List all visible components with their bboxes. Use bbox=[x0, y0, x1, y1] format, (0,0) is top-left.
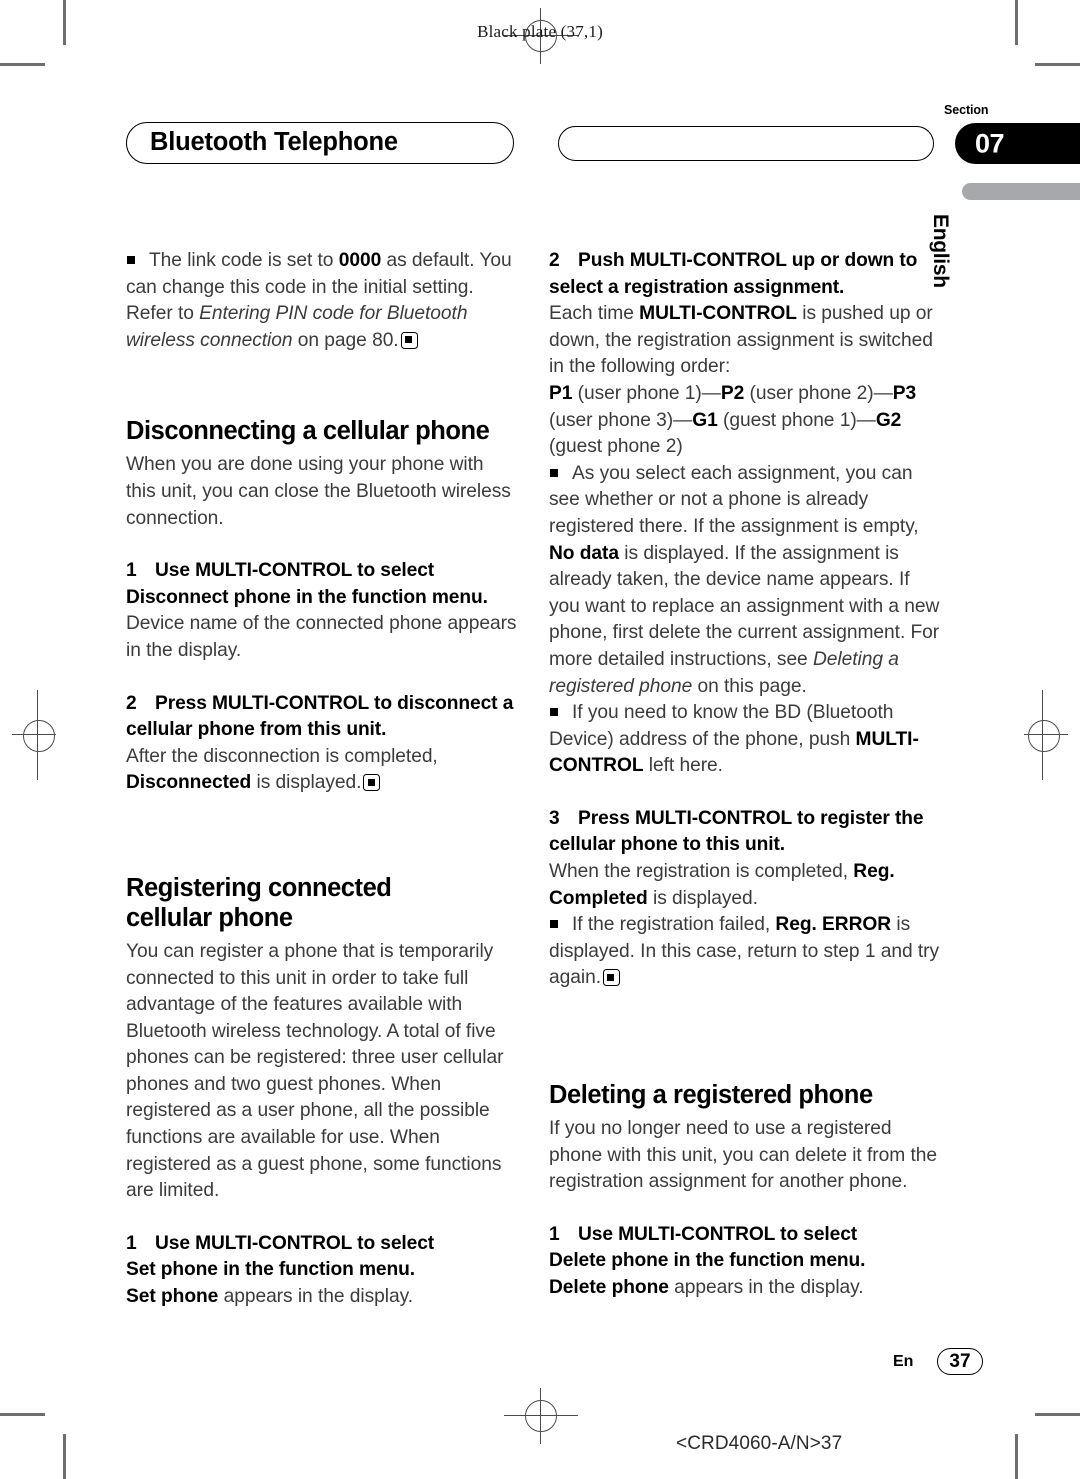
left-column: The link code is set to 0000 as default.… bbox=[126, 248, 517, 1311]
step-setphone-heading-line1: Use MULTI-CONTROL to select bbox=[155, 1232, 435, 1254]
language-bar bbox=[962, 183, 1080, 200]
step-disconnect-2-heading: 2 Press MULTI-CONTROL to disconnect a cel… bbox=[126, 691, 517, 744]
step-setphone-heading: 1 Use MULTI-CONTROL to select Set phone i… bbox=[126, 1231, 517, 1284]
note-assignment: As you select each assignment, you can s… bbox=[549, 461, 940, 700]
assignment-text-g1: (guest phone 1)— bbox=[717, 409, 876, 431]
assignment-text-g2: (guest phone 2) bbox=[549, 436, 683, 458]
note-bullet-icon bbox=[550, 920, 558, 929]
note-link-code: The link code is set to 0000 as default.… bbox=[126, 248, 517, 354]
step-deletephone-body-post: appears in the display. bbox=[668, 1277, 864, 1298]
heading-deleting: Deleting a registered phone bbox=[549, 1081, 873, 1110]
control-multi-control: MULTI-CONTROL bbox=[639, 303, 797, 325]
heading-registering-line2: cellular phone bbox=[126, 903, 293, 932]
step-disconnect-1-body: Device name of the connected phone appea… bbox=[126, 613, 517, 661]
assignment-text-p3: (user phone 3)— bbox=[549, 409, 693, 431]
end-of-note-icon bbox=[400, 331, 418, 349]
step-register-3-heading: 3 Press MULTI-CONTROL to register the cel… bbox=[549, 806, 940, 859]
heading-registering: Registering connected cellular phone bbox=[126, 873, 517, 933]
step-register-3-body-post: is displayed. bbox=[647, 887, 758, 909]
note-assignment-post: on this page. bbox=[692, 675, 807, 697]
assignment-code-g1: G1 bbox=[692, 409, 718, 431]
step-setphone-heading-line2: Set phone in the function menu. bbox=[126, 1259, 415, 1281]
print-slug: <CRD4060-A/N>37 bbox=[676, 1433, 843, 1454]
status-disconnected: Disconnected bbox=[126, 772, 252, 794]
chapter-title-pill: Bluetooth Telephone bbox=[126, 122, 514, 164]
note-bullet-icon bbox=[127, 256, 135, 264]
step-register-2-body-pre: Each time bbox=[549, 303, 640, 325]
step-disconnect-1-number: 1 bbox=[126, 560, 137, 582]
registration-assignment-order: P1 (user phone 1)—P2 (user phone 2)—P3 (… bbox=[549, 381, 940, 461]
step-disconnect-2-body: After the disconnection is completed, Di… bbox=[126, 744, 517, 797]
menu-item-delete-phone: Delete phone bbox=[549, 1277, 669, 1298]
right-column: 2 Push MULTI-CONTROL up or down to select… bbox=[549, 248, 940, 1302]
note-link-code-post: on page 80. bbox=[292, 329, 399, 351]
step-disconnect-2-body-pre: After the disconnection is completed, bbox=[126, 745, 438, 767]
note-registration-error: If the registration failed, Reg. ERROR i… bbox=[549, 912, 940, 992]
register-intro: You can register a phone that is tempora… bbox=[126, 940, 504, 1202]
step-register-3-heading-line1: Press MULTI-CONTROL to register the bbox=[578, 807, 924, 829]
status-reg-error: Reg. ERROR bbox=[775, 914, 892, 936]
step-register-3-number: 3 bbox=[549, 807, 560, 829]
assignment-text-p1: (user phone 1)— bbox=[572, 382, 721, 404]
step-deletephone-body: Delete phone appears in the display. bbox=[549, 1275, 940, 1302]
step-setphone-body: Set phone appears in the display. bbox=[126, 1284, 517, 1311]
assignment-text-p2: (user phone 2)— bbox=[744, 382, 893, 404]
step-deletephone-heading-line2: Delete phone in the function menu. bbox=[549, 1250, 866, 1272]
step-disconnect-2-heading-line2: cellular phone from this unit. bbox=[126, 719, 387, 741]
step-register-2-heading-line2: select a registration assignment. bbox=[549, 276, 845, 298]
menu-item-set-phone: Set phone bbox=[126, 1286, 219, 1308]
step-register-3-heading-line2: cellular phone to this unit. bbox=[549, 834, 785, 856]
step-disconnect-1-heading-line2: Disconnect phone in the function menu. bbox=[126, 586, 488, 608]
step-register-3-body: When the registration is completed, Reg.… bbox=[549, 859, 940, 912]
status-no-data: No data bbox=[549, 542, 620, 564]
section-number: 07 bbox=[975, 128, 1005, 158]
step-setphone-body-post: appears in the display. bbox=[218, 1286, 413, 1308]
step-deletephone-heading: 1 Use MULTI-CONTROL to select Delete phon… bbox=[549, 1222, 940, 1275]
step-disconnect-1-heading-line1: Use MULTI-CONTROL to select bbox=[155, 560, 435, 582]
page-number: 37 bbox=[937, 1348, 983, 1375]
step-setphone-number: 1 bbox=[126, 1232, 137, 1254]
chapter-title: Bluetooth Telephone bbox=[150, 128, 398, 157]
step-register-2-heading-line1: Push MULTI-CONTROL up or down to bbox=[578, 250, 918, 271]
note-bd-address-post: left here. bbox=[643, 755, 723, 777]
assignment-code-p1: P1 bbox=[549, 382, 573, 404]
step-disconnect-1-heading: 1 Use MULTI-CONTROL to select Disconnect … bbox=[126, 558, 517, 611]
footer-language-code: En bbox=[893, 1353, 914, 1370]
heading-disconnecting: Disconnecting a cellular phone bbox=[126, 417, 490, 446]
step-register-3-body-pre: When the registration is completed, bbox=[549, 861, 854, 883]
note-link-code-pre: The link code is set to bbox=[149, 250, 339, 271]
note-bullet-icon bbox=[550, 708, 558, 717]
step-register-2-number: 2 bbox=[549, 250, 560, 271]
step-disconnect-2-body-post: is displayed. bbox=[251, 772, 362, 794]
note-bd-address-pre: If you need to know the BD (Bluetooth De… bbox=[549, 702, 894, 750]
page-body: Bluetooth Telephone Section 07 English T… bbox=[0, 0, 1080, 1479]
step-deletephone-number: 1 bbox=[549, 1223, 560, 1245]
heading-registering-line1: Registering connected bbox=[126, 873, 392, 902]
section-label: Section bbox=[944, 103, 989, 117]
end-of-section-icon bbox=[363, 774, 381, 792]
note-registration-error-pre: If the registration failed, bbox=[572, 914, 776, 936]
assignment-code-p3: P3 bbox=[892, 382, 917, 404]
note-assignment-pre: As you select each assignment, you can s… bbox=[549, 462, 919, 537]
note-link-code-value: 0000 bbox=[338, 250, 382, 271]
disconnect-intro: When you are done using your phone with … bbox=[126, 454, 511, 529]
section-number-tab: 07 bbox=[955, 123, 1080, 164]
running-head-empty-pill bbox=[558, 126, 934, 161]
step-deletephone-heading-line1: Use MULTI-CONTROL to select bbox=[578, 1223, 858, 1245]
note-bd-address: If you need to know the BD (Bluetooth De… bbox=[549, 700, 940, 780]
note-bullet-icon bbox=[550, 468, 558, 477]
step-register-2-heading: 2 Push MULTI-CONTROL up or down to select… bbox=[549, 248, 940, 301]
delete-intro: If you no longer need to use a registere… bbox=[549, 1118, 937, 1193]
assignment-code-g2: G2 bbox=[875, 409, 902, 431]
end-of-section-icon bbox=[602, 969, 620, 987]
step-register-2-body: Each time MULTI-CONTROL is pushed up or … bbox=[549, 301, 940, 381]
step-disconnect-2-number: 2 bbox=[126, 692, 137, 714]
step-disconnect-2-heading-line1: Press MULTI-CONTROL to disconnect a bbox=[155, 692, 514, 714]
assignment-code-p2: P2 bbox=[720, 382, 745, 404]
